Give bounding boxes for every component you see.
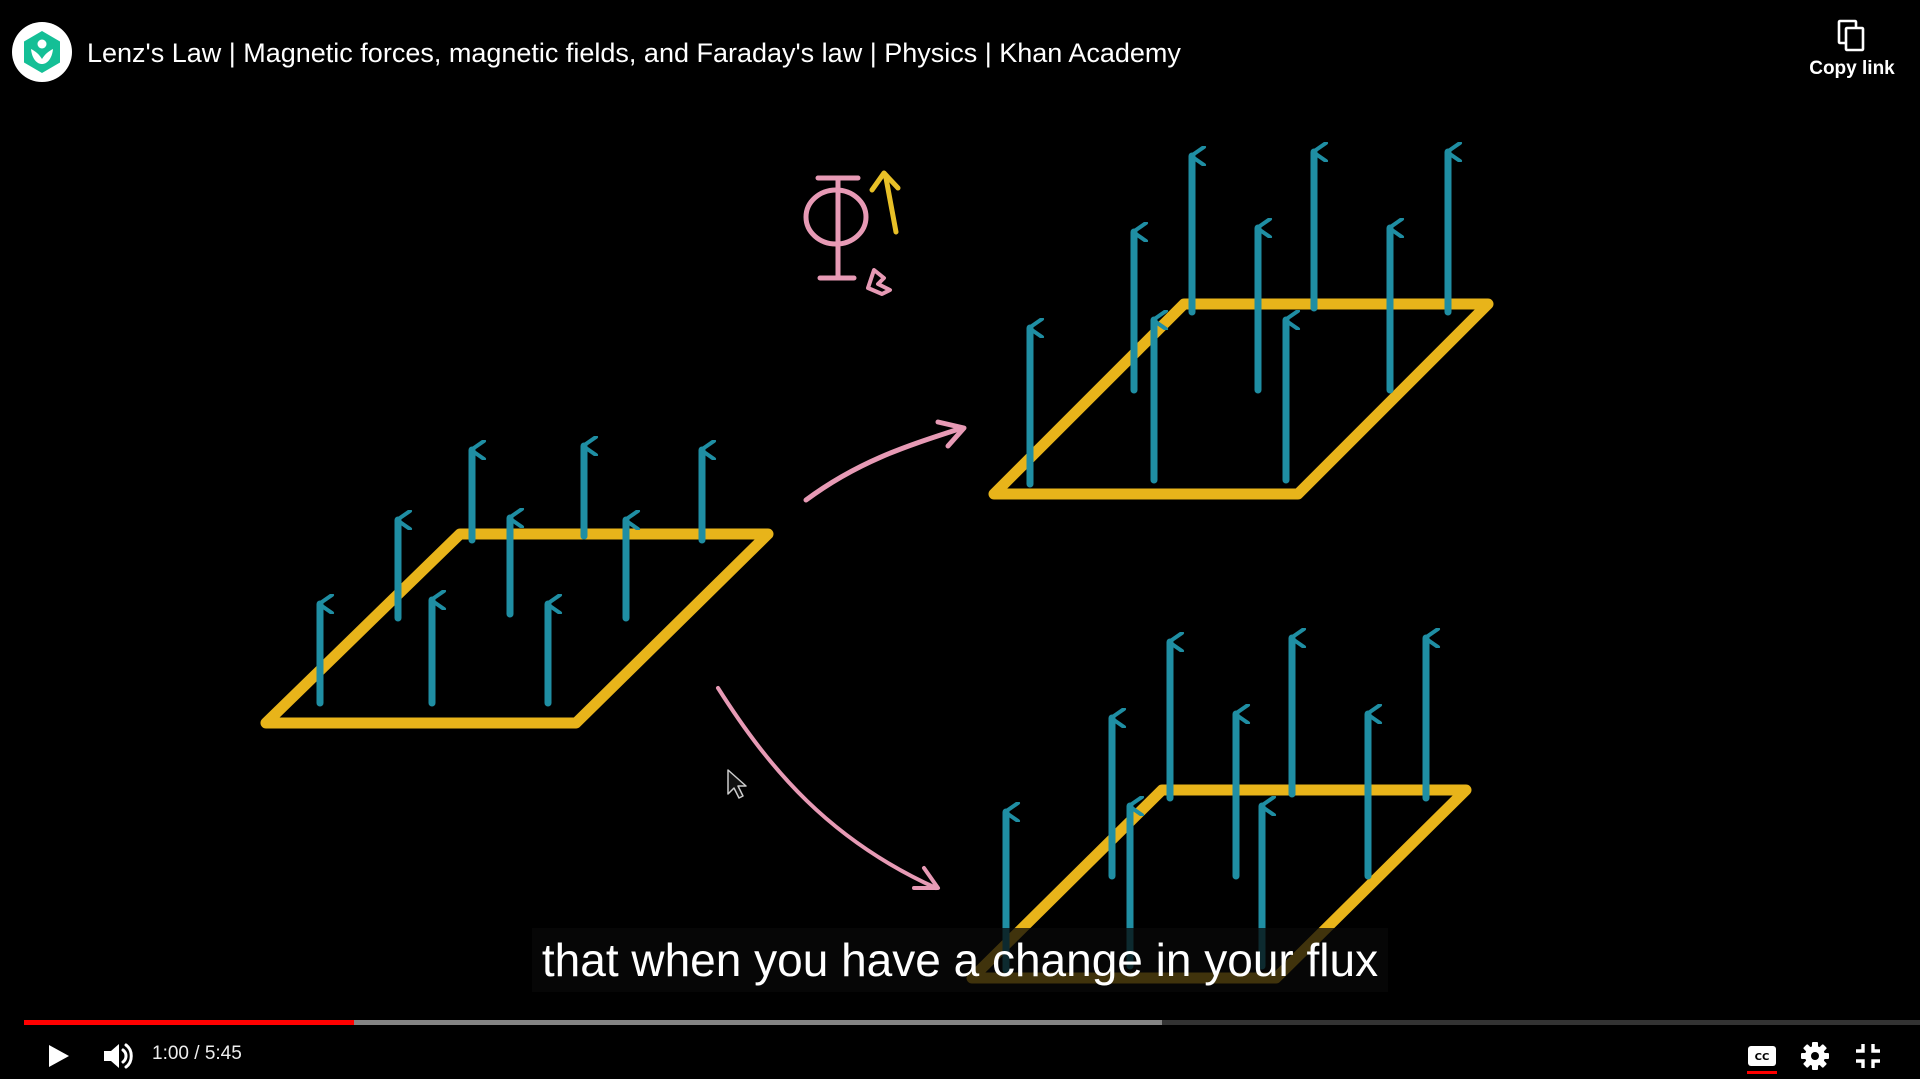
volume-icon [104,1043,133,1069]
copy-link-button[interactable]: Copy link [1802,18,1902,92]
time-separator: / [188,1043,205,1064]
channel-avatar[interactable] [12,22,72,82]
caption-text: that when you have a change in your flux [531,928,1389,992]
copy-link-label: Copy link [1809,58,1895,79]
loop-top-right [988,298,1494,500]
loop-left [260,528,774,729]
current-time: 1:00 [152,1043,189,1064]
mute-button[interactable] [96,1034,140,1078]
field-arrows-top-right [1026,152,1448,488]
play-button[interactable] [36,1034,80,1078]
time-display: 1:00 / 5:45 [152,1043,242,1065]
progress-bar[interactable] [24,1016,1920,1028]
duration: 5:45 [204,1043,242,1064]
mouse-cursor-icon [727,769,747,799]
play-icon [49,1045,69,1067]
copy-icon [1837,19,1865,52]
subtitles-button[interactable]: CC [1740,1034,1784,1078]
svg-text:CC: CC [1755,1052,1770,1063]
video-player[interactable]: Lenz's Law | Magnetic forces, magnetic f… [0,0,1920,1079]
video-title[interactable]: Lenz's Law | Magnetic forces, magnetic f… [87,36,1181,70]
top-bar: Lenz's Law | Magnetic forces, magnetic f… [0,0,1920,110]
progress-played [24,1020,354,1025]
exit-fullscreen-icon [1856,1044,1880,1068]
khan-academy-logo-icon [24,31,60,73]
control-bar: 1:00 / 5:45 CC [0,1030,1920,1079]
captions-active-indicator [1747,1071,1777,1074]
flux-symbol [803,170,901,296]
field-arrows-bottom-right [1002,638,1426,974]
transition-arrow-up [803,419,967,503]
transition-arrow-down [716,686,940,890]
closed-captions-icon: CC [1748,1046,1776,1066]
gear-icon [1801,1042,1829,1070]
settings-button[interactable] [1793,1034,1837,1078]
fullscreen-button[interactable] [1846,1034,1890,1078]
video-frame[interactable] [0,0,1920,1079]
caption-window: that when you have a change in your flux [0,928,1920,992]
field-arrows-left [316,446,702,707]
